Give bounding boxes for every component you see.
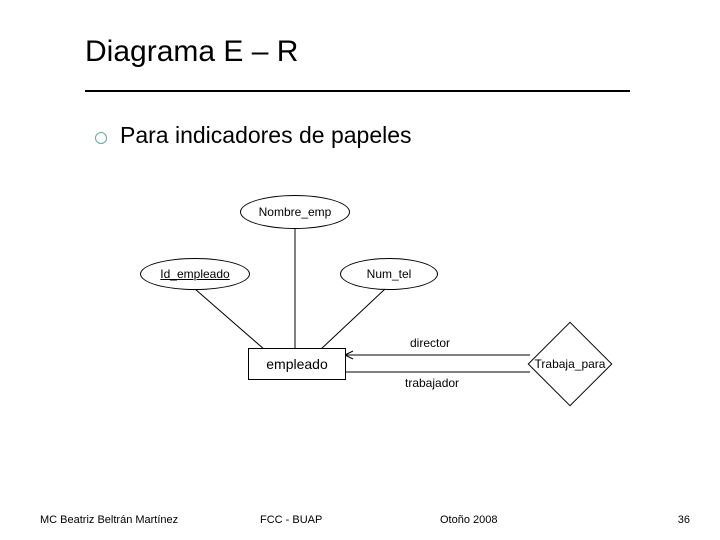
relationship-label: Trabaja_para	[535, 357, 606, 371]
attribute-label: Num_tel	[367, 267, 412, 281]
attribute-nombre-emp: Nombre_emp	[240, 195, 350, 229]
attribute-id-empleado: Id_empleado	[140, 258, 250, 290]
entity-label: empleado	[266, 356, 328, 372]
footer-semester: Otoño 2008	[440, 514, 498, 526]
relationship-trabaja-para: Trabaja_para	[505, 320, 635, 408]
footer-center: FCC - BUAP	[260, 514, 322, 526]
role-trabajador: trabajador	[405, 376, 459, 390]
slide: Diagrama E – R Para indicadores de papel…	[0, 0, 720, 540]
entity-empleado: empleado	[248, 348, 346, 380]
footer-page: 36	[678, 514, 690, 526]
attribute-label: Id_empleado	[160, 267, 229, 281]
attribute-label: Nombre_emp	[259, 205, 332, 219]
er-diagram: Nombre_emp Id_empleado Num_tel empleado …	[0, 0, 720, 540]
role-director: director	[410, 336, 450, 350]
attribute-num-tel: Num_tel	[340, 258, 438, 290]
footer-author: MC Beatriz Beltrán Martínez	[40, 514, 178, 526]
